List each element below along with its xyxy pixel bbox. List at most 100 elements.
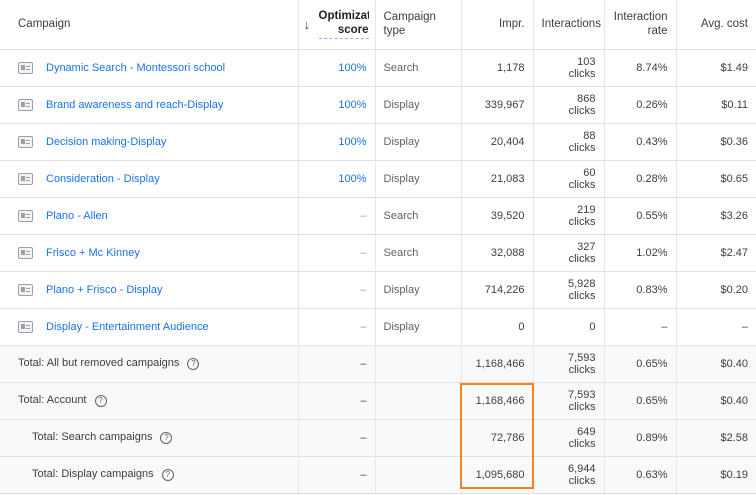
interactions-count: 649: [577, 425, 596, 438]
interaction-rate-cell: 0.65%: [604, 345, 677, 383]
interaction-rate-cell: 0.43%: [604, 123, 677, 161]
campaign-row: Plano + Frisco - Display – Display 714,2…: [0, 271, 756, 309]
interaction-rate-cell: –: [604, 308, 677, 346]
campaign-status-icon[interactable]: [18, 209, 33, 222]
impressions-cell: 72,786: [461, 419, 534, 457]
interaction-rate-cell: 0.83%: [604, 271, 677, 309]
campaign-type-cell: [375, 419, 462, 457]
arrow-down-icon[interactable]: ↓: [304, 17, 311, 32]
campaign-row: Plano - Allen – Search 39,520 219 clicks …: [0, 197, 756, 235]
interaction-rate-cell: 8.74%: [604, 49, 677, 87]
avg-cost-cell: $3.26: [676, 197, 756, 235]
campaign-link[interactable]: Consideration - Display: [46, 173, 160, 185]
impressions-cell: 714,226: [461, 271, 534, 309]
campaign-row: Decision making-Display 100% Display 20,…: [0, 123, 756, 161]
campaign-link[interactable]: Display - Entertainment Audience: [46, 321, 209, 333]
help-icon[interactable]: ?: [187, 357, 200, 370]
optimization-score-cell: –: [298, 197, 376, 235]
total-label-cell: Total: Account?: [0, 382, 299, 420]
campaign-status-icon[interactable]: [18, 61, 33, 74]
campaign-link[interactable]: Frisco + Mc Kinney: [46, 247, 140, 259]
interactions-cell: 7,593 clicks: [533, 382, 605, 420]
column-header-campaign[interactable]: Campaign: [0, 0, 299, 50]
campaign-cell: Plano + Frisco - Display: [0, 271, 299, 309]
interaction-rate-cell: 0.55%: [604, 197, 677, 235]
interactions-unit: clicks: [568, 474, 596, 487]
campaign-status-icon[interactable]: [18, 320, 33, 333]
interactions-unit: clicks: [568, 437, 596, 450]
interactions-count: 60: [583, 166, 596, 179]
optimization-score-cell[interactable]: 100%: [298, 160, 376, 198]
impressions-cell: 1,168,466: [461, 382, 534, 420]
total-label: Total: Display campaigns: [32, 468, 154, 481]
column-header-interaction-rate[interactable]: Interaction rate: [604, 0, 677, 50]
column-header-label: Campaign: [18, 18, 71, 31]
interactions-unit: clicks: [568, 363, 596, 376]
interaction-rate-cell: 0.89%: [604, 419, 677, 457]
optimization-score-cell[interactable]: 100%: [298, 123, 376, 161]
campaign-type-cell: Display: [375, 271, 462, 309]
help-icon[interactable]: ?: [94, 394, 107, 407]
interactions-unit: clicks: [568, 252, 596, 265]
campaign-status-icon[interactable]: [18, 98, 33, 111]
avg-cost-cell: $0.20: [676, 271, 756, 309]
impressions-cell: 21,083: [461, 160, 534, 198]
interactions-unit: clicks: [568, 215, 596, 228]
campaign-type-cell: Search: [375, 234, 462, 272]
optimization-score-cell: –: [298, 271, 376, 309]
optimization-score-cell[interactable]: 100%: [298, 86, 376, 124]
avg-cost-cell: $0.11: [676, 86, 756, 124]
interactions-count: 219: [577, 203, 596, 216]
interactions-cell: 327 clicks: [533, 234, 605, 272]
avg-cost-cell: $0.19: [676, 456, 756, 494]
campaign-link[interactable]: Brand awareness and reach-Display: [46, 99, 223, 111]
campaign-type-cell: Display: [375, 123, 462, 161]
interactions-unit: clicks: [568, 289, 596, 302]
column-header-label: Interaction rate: [613, 11, 668, 38]
campaign-link[interactable]: Decision making-Display: [46, 136, 166, 148]
optimization-score-cell: –: [298, 456, 376, 494]
campaign-cell: Dynamic Search - Montessori school: [0, 49, 299, 87]
total-label: Total: All but removed campaigns: [18, 357, 180, 370]
optimization-score-cell[interactable]: 100%: [298, 49, 376, 87]
column-header-label: Optimization score: [318, 9, 369, 40]
help-icon[interactable]: ?: [160, 431, 173, 444]
column-header-optimization-score[interactable]: ↓ Optimization score: [298, 0, 376, 50]
impressions-cell: 39,520: [461, 197, 534, 235]
campaign-type-cell: Display: [375, 160, 462, 198]
campaign-status-icon[interactable]: [18, 135, 33, 148]
interactions-unit: clicks: [568, 178, 596, 191]
optimization-score-cell: –: [298, 419, 376, 457]
interactions-cell: 219 clicks: [533, 197, 605, 235]
avg-cost-cell: $1.49: [676, 49, 756, 87]
campaign-cell: Plano - Allen: [0, 197, 299, 235]
help-icon[interactable]: ?: [161, 468, 174, 481]
impressions-cell: 20,404: [461, 123, 534, 161]
total-label-cell: Total: Display campaigns?: [0, 456, 299, 494]
interactions-unit: clicks: [568, 400, 596, 413]
avg-cost-cell: –: [676, 308, 756, 346]
interactions-unit: clicks: [568, 141, 596, 154]
campaign-row: Display - Entertainment Audience – Displ…: [0, 308, 756, 346]
total-label-cell: Total: Search campaigns?: [0, 419, 299, 457]
impressions-cell: 0: [461, 308, 534, 346]
impressions-cell: 1,168,466: [461, 345, 534, 383]
column-header-campaign-type[interactable]: Campaign type: [375, 0, 462, 50]
interactions-unit: clicks: [568, 104, 596, 117]
campaign-status-icon[interactable]: [18, 283, 33, 296]
campaign-link[interactable]: Plano + Frisco - Display: [46, 284, 162, 296]
campaign-status-icon[interactable]: [18, 172, 33, 185]
impressions-cell: 1,095,680: [461, 456, 534, 494]
column-header-label: Impr.: [498, 18, 525, 31]
avg-cost-cell: $0.65: [676, 160, 756, 198]
column-header-avg-cost[interactable]: Avg. cost: [676, 0, 756, 50]
interactions-cell: 649 clicks: [533, 419, 605, 457]
campaign-type-cell: Display: [375, 86, 462, 124]
campaign-status-icon[interactable]: [18, 246, 33, 259]
interactions-count: 5,928: [567, 277, 596, 290]
campaign-link[interactable]: Plano - Allen: [46, 210, 108, 222]
campaign-link[interactable]: Dynamic Search - Montessori school: [46, 62, 225, 74]
campaign-row: Consideration - Display 100% Display 21,…: [0, 160, 756, 198]
column-header-impressions[interactable]: Impr.: [461, 0, 534, 50]
column-header-interactions[interactable]: Interactions: [533, 0, 605, 50]
